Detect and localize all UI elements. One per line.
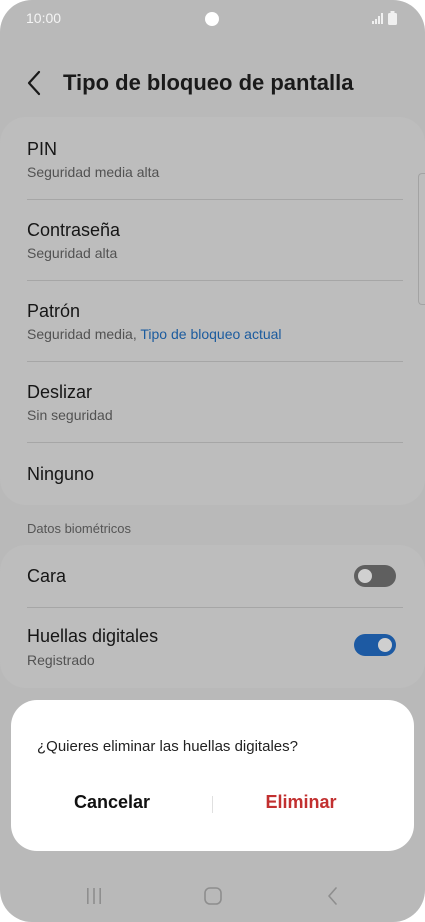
option-subtitle: Seguridad media alta (27, 164, 160, 180)
phone-screen: 10:00 Tipo de bloqueo de pantalla PIN Se… (0, 0, 425, 922)
confirm-dialog: ¿Quieres eliminar las huellas digitales?… (11, 700, 414, 851)
back-icon[interactable] (326, 886, 340, 906)
dialog-message: ¿Quieres eliminar las huellas digitales? (37, 738, 298, 755)
status-bar: 10:00 (0, 0, 425, 38)
lock-option-none[interactable]: Ninguno (0, 443, 425, 505)
page-title: Tipo de bloqueo de pantalla (63, 70, 354, 95)
option-title: PIN (27, 139, 58, 159)
status-time: 10:00 (26, 10, 62, 26)
lock-option-swipe[interactable]: Deslizar Sin seguridad (0, 362, 425, 442)
option-subtitle: Seguridad media, Tipo de bloqueo actual (27, 326, 282, 342)
option-title: Cara (27, 566, 67, 586)
biometrics-section-label: Datos biométricos (27, 521, 132, 536)
option-title: Ninguno (27, 464, 95, 484)
option-title: Contraseña (27, 220, 121, 240)
cancel-button[interactable]: Cancelar (11, 792, 213, 813)
fingerprints-toggle[interactable] (354, 634, 396, 656)
navigation-bar (0, 870, 425, 922)
option-subtitle: Sin seguridad (27, 407, 113, 423)
signal-icon (372, 13, 383, 24)
lock-option-pin[interactable]: PIN Seguridad media alta (0, 117, 425, 199)
option-subtitle-text: Seguridad media, (27, 326, 141, 342)
scroll-handle[interactable] (418, 173, 425, 305)
lock-option-password[interactable]: Contraseña Seguridad alta (0, 200, 425, 280)
option-title: Patrón (27, 301, 81, 321)
option-title: Huellas digitales (27, 626, 159, 646)
lock-option-pattern[interactable]: Patrón Seguridad media, Tipo de bloqueo … (0, 281, 425, 361)
face-toggle[interactable] (354, 565, 396, 587)
battery-icon (388, 11, 397, 25)
toggle-knob (356, 567, 374, 585)
back-arrow-icon[interactable] (24, 70, 46, 96)
option-title: Deslizar (27, 382, 93, 402)
current-lock-label: Tipo de bloqueo actual (140, 326, 282, 342)
delete-button[interactable]: Eliminar (213, 792, 389, 813)
camera-cutout (205, 12, 219, 26)
option-subtitle: Seguridad alta (27, 245, 118, 261)
home-icon[interactable] (203, 886, 223, 906)
option-subtitle: Registrado (27, 652, 95, 668)
toggle-knob (376, 636, 394, 654)
lock-type-list: PIN Seguridad media alta Contraseña Segu… (0, 117, 425, 505)
recent-apps-icon[interactable] (85, 886, 103, 906)
